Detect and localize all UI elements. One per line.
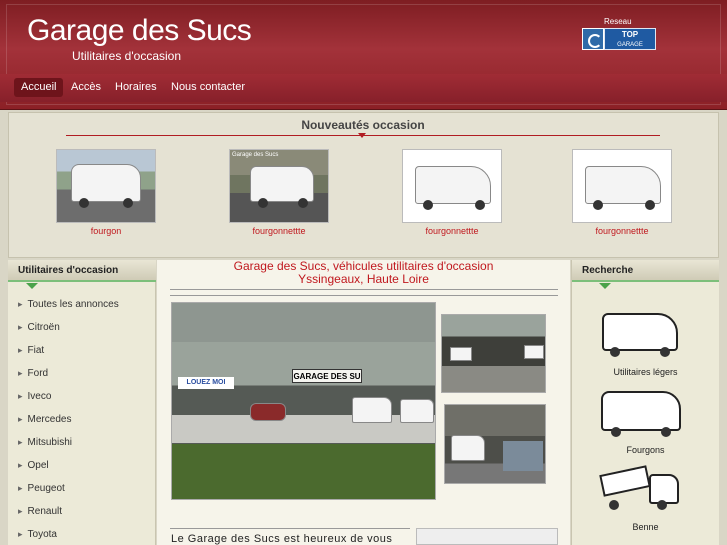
news-item[interactable]: fourgon bbox=[56, 149, 156, 236]
brand-link[interactable]: Mercedes bbox=[18, 414, 72, 425]
brand-link[interactable]: Ford bbox=[18, 368, 49, 379]
brand-link[interactable]: Peugeot bbox=[18, 483, 65, 494]
vehicle-shape bbox=[450, 347, 472, 361]
vehicle-shape bbox=[451, 435, 485, 461]
divider bbox=[170, 528, 410, 529]
network-g-logo[interactable] bbox=[582, 28, 604, 50]
van-shape bbox=[250, 166, 314, 202]
divider bbox=[170, 289, 558, 290]
vehicle-shape bbox=[250, 403, 286, 421]
wheel bbox=[660, 347, 670, 357]
divider bbox=[170, 295, 558, 296]
intro-text: Le Garage des Sucs est heureux de vous bbox=[171, 533, 393, 545]
right-box-title: Recherche bbox=[572, 260, 719, 282]
fence bbox=[172, 415, 435, 443]
category-label[interactable]: Utilitaires légers bbox=[572, 367, 719, 377]
brand-link[interactable]: Opel bbox=[18, 460, 49, 471]
wheel bbox=[79, 198, 89, 208]
brand-link-all[interactable]: Toutes les annonces bbox=[18, 299, 119, 310]
wheel bbox=[593, 200, 603, 210]
nav-accueil[interactable]: Accueil bbox=[14, 78, 64, 97]
news-photo bbox=[56, 149, 156, 223]
news-label: fourgonnettte bbox=[595, 226, 649, 236]
wheel bbox=[609, 500, 619, 510]
garage-sign: GARAGE DES SU bbox=[292, 369, 362, 383]
page-title: Garage des Sucs, véhicules utilitaires d… bbox=[157, 260, 570, 286]
category-dump-truck-image[interactable] bbox=[597, 460, 685, 518]
news-label: fourgonnettte bbox=[252, 226, 306, 236]
wheel bbox=[475, 200, 485, 210]
vehicle-shape bbox=[524, 345, 544, 359]
brand-link[interactable]: Citroën bbox=[18, 322, 60, 333]
category-van-image[interactable] bbox=[597, 385, 685, 443]
news-label: fourgonnettte bbox=[425, 226, 479, 236]
page-title-line2: Yssingeaux, Haute Loire bbox=[298, 272, 429, 286]
photo-caption: Garage des Sucs bbox=[232, 152, 279, 158]
nav-acces[interactable]: Accès bbox=[64, 78, 108, 97]
wheel bbox=[611, 427, 621, 437]
left-box-title: Utilitaires d'occasion bbox=[8, 260, 156, 282]
category-light-van-image[interactable] bbox=[598, 305, 682, 363]
vehicle-shape bbox=[352, 397, 392, 423]
top-garage-logo[interactable]: TOP GARAGE bbox=[604, 28, 656, 50]
wheel bbox=[657, 500, 667, 510]
van-shape bbox=[602, 313, 678, 351]
rental-banner: LOUEZ MOI bbox=[178, 377, 234, 389]
left-title-arrow-icon bbox=[26, 283, 38, 289]
wheel bbox=[423, 200, 433, 210]
vehicle-shape bbox=[400, 399, 434, 423]
wheel bbox=[298, 198, 308, 208]
news-photo: Garage des Sucs bbox=[229, 149, 329, 223]
logo-garage-text: GARAGE bbox=[617, 42, 643, 48]
dump-bed-shape bbox=[599, 465, 651, 497]
intro-photo bbox=[416, 528, 558, 545]
van-shape bbox=[71, 164, 141, 202]
main-nav: Accueil Accès Horaires Nous contacter bbox=[0, 74, 727, 102]
news-item[interactable]: fourgonnettte bbox=[572, 149, 672, 236]
nav-contact[interactable]: Nous contacter bbox=[164, 78, 252, 97]
news-arrow-icon bbox=[358, 133, 366, 138]
site-subtitle: Utilitaires d'occasion bbox=[72, 49, 182, 63]
wheel bbox=[661, 427, 671, 437]
garage-photo-workshop bbox=[441, 314, 546, 393]
nav-horaires[interactable]: Horaires bbox=[108, 78, 164, 97]
wheel bbox=[645, 200, 655, 210]
category-label[interactable]: Benne bbox=[572, 522, 719, 532]
wheel bbox=[610, 347, 620, 357]
vehicle-shape bbox=[503, 441, 543, 471]
van-shape bbox=[601, 391, 681, 431]
site-title[interactable]: Garage des Sucs bbox=[27, 14, 252, 48]
van-shape bbox=[585, 166, 661, 204]
garage-photo-main: GARAGE DES SU LOUEZ MOI bbox=[171, 302, 436, 500]
brand-link[interactable]: Mitsubishi bbox=[18, 437, 72, 448]
wheel bbox=[123, 198, 133, 208]
wheel bbox=[258, 198, 268, 208]
news-photo bbox=[402, 149, 502, 223]
news-label: fourgon bbox=[90, 226, 122, 236]
news-item[interactable]: fourgonnettte bbox=[402, 149, 502, 236]
van-shape bbox=[415, 166, 491, 204]
network-label: Reseau bbox=[604, 17, 632, 26]
garage-photo-interior bbox=[444, 404, 546, 484]
right-title-arrow-icon bbox=[599, 283, 611, 289]
logo-top-text: TOP bbox=[621, 30, 639, 39]
brand-link[interactable]: Toyota bbox=[18, 529, 57, 540]
category-label[interactable]: Fourgons bbox=[572, 445, 719, 455]
brand-link[interactable]: Iveco bbox=[18, 391, 52, 402]
news-photo bbox=[572, 149, 672, 223]
news-item[interactable]: Garage des Sucs fourgonnettte bbox=[229, 149, 329, 236]
brand-link[interactable]: Fiat bbox=[18, 345, 45, 356]
brand-link[interactable]: Renault bbox=[18, 506, 62, 517]
